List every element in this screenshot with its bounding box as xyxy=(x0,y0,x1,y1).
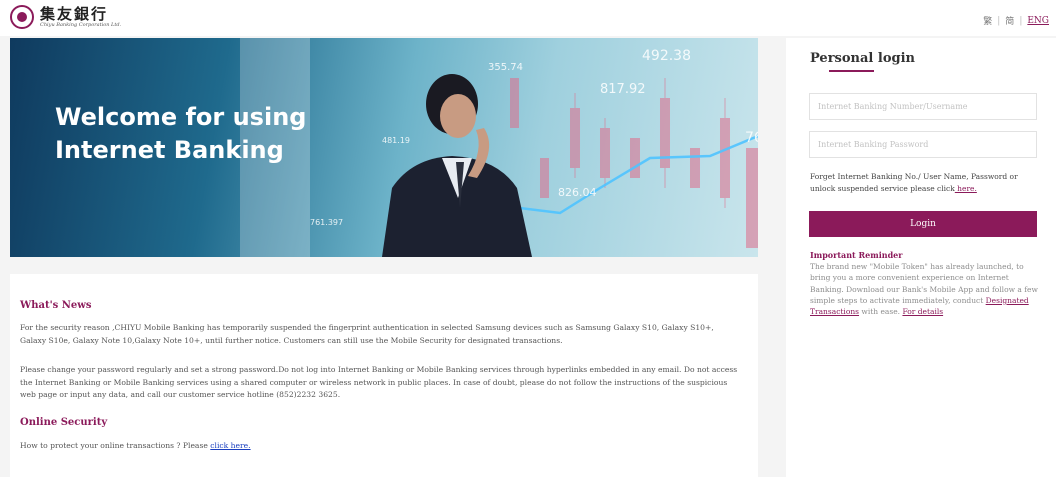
forgot-credentials-text: Forget Internet Banking No./ User Name, … xyxy=(810,171,1038,195)
personal-login-panel: Personal login Forget Internet Banking N… xyxy=(786,38,1056,477)
logo-english-name: Chiyu Banking Corporation Ltd. xyxy=(40,21,122,28)
login-button[interactable]: Login xyxy=(809,211,1037,237)
welcome-banner: 492.38 355.74 817.92 481.19 826.04 761.3… xyxy=(10,38,758,257)
businessman-image xyxy=(382,74,532,257)
online-security-title: Online Security xyxy=(20,417,108,428)
bank-logo[interactable]: 集友銀行 Chiyu Banking Corporation Ltd. xyxy=(10,5,121,29)
title-underline xyxy=(829,70,874,72)
for-details-link[interactable]: For details xyxy=(902,307,943,316)
important-reminder-title: Important Reminder xyxy=(810,250,903,260)
login-title: Personal login xyxy=(810,51,915,66)
reminder-mid: with ease. xyxy=(859,307,903,317)
decorative-number: 817.92 xyxy=(600,82,646,97)
lang-traditional-chinese[interactable]: 繁 xyxy=(978,14,997,27)
logo-chinese-name: 集友銀行 xyxy=(40,4,109,23)
password-input[interactable] xyxy=(809,131,1037,158)
online-security-text: How to protect your online transactions … xyxy=(20,440,740,453)
whats-news-title: What's News xyxy=(20,300,92,311)
important-reminder-text: The brand new "Mobile Token" has already… xyxy=(810,261,1038,317)
lang-english[interactable]: ENG xyxy=(1022,16,1054,26)
welcome-line-1: Welcome for using xyxy=(55,103,307,131)
decorative-number: 76 xyxy=(745,130,758,146)
news-paragraph-fingerprint: For the security reason ,CHIYU Mobile Ba… xyxy=(20,323,714,345)
welcome-heading: Welcome for using Internet Banking xyxy=(55,101,306,167)
language-switcher: 繁 | 简 | ENG xyxy=(978,14,1054,28)
news-panel: What's News For the security reason ,CHI… xyxy=(10,274,758,477)
username-input[interactable] xyxy=(809,93,1037,120)
decorative-number: 826.04 xyxy=(558,186,597,199)
lang-simplified-chinese[interactable]: 简 xyxy=(1000,14,1019,27)
forgot-text: Forget Internet Banking No./ User Name, … xyxy=(810,172,1018,193)
forgot-here-link[interactable]: here. xyxy=(955,184,977,193)
decorative-number: 761.397 xyxy=(310,218,344,227)
top-header: 集友銀行 Chiyu Banking Corporation Ltd. 繁 | … xyxy=(0,0,1056,36)
news-paragraph-password: Please change your password regularly an… xyxy=(20,365,738,399)
decorative-number: 492.38 xyxy=(642,48,691,64)
welcome-line-2: Internet Banking xyxy=(55,136,284,164)
logo-emblem-icon xyxy=(10,5,34,29)
online-security-link[interactable]: click here. xyxy=(210,441,250,450)
online-security-prompt: How to protect your online transactions … xyxy=(20,441,211,450)
